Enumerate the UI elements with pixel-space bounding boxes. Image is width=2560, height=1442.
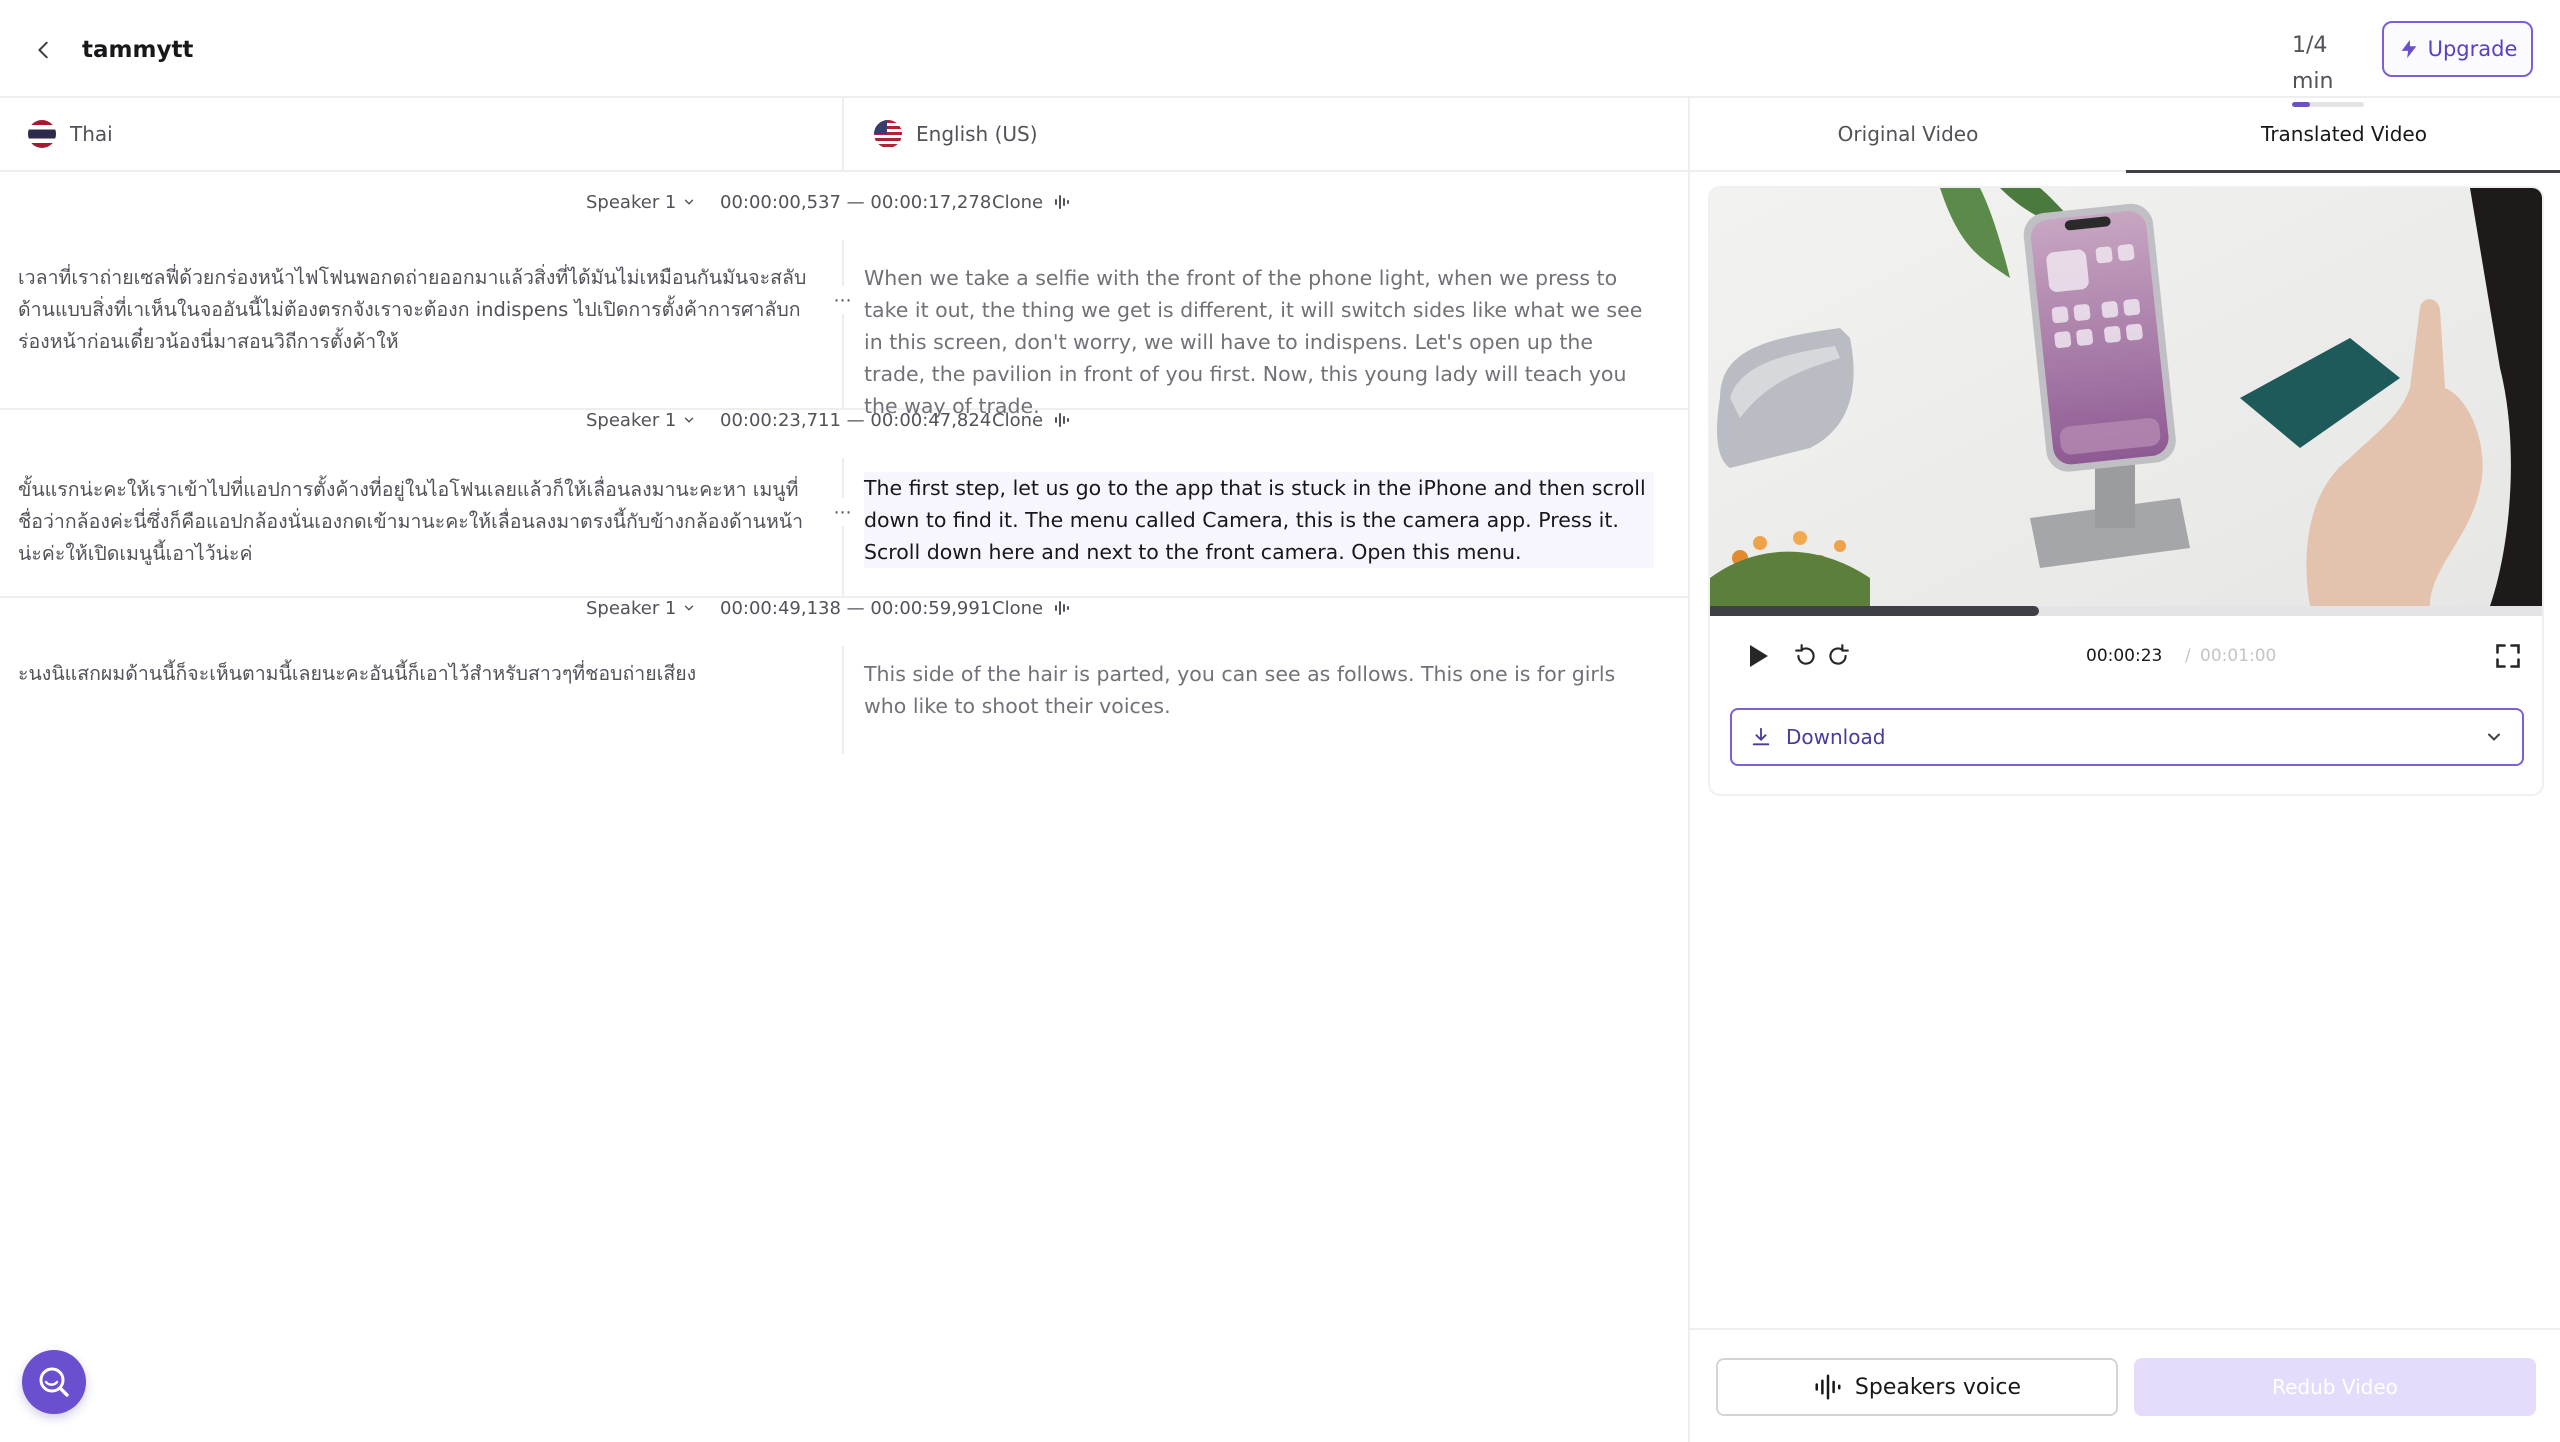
video-tabs: Original Video Translated Video <box>1690 98 2560 173</box>
upgrade-button[interactable]: Upgrade <box>2382 21 2533 77</box>
translated-text-active[interactable]: The first step, let us go to the app tha… <box>864 472 1654 568</box>
waveform-icon <box>1055 601 1070 615</box>
rewind-button[interactable] <box>1790 628 1822 684</box>
video-frame[interactable] <box>1710 188 2542 606</box>
project-title: tammytt <box>82 37 194 63</box>
chevron-left-icon <box>38 41 48 59</box>
time-range[interactable]: 00:00:49,138 — 00:00:59,991 <box>720 598 991 619</box>
rotate-right-icon <box>1829 644 1849 665</box>
lightning-icon <box>2401 39 2416 59</box>
speaker-label: Speaker 1 <box>586 597 677 619</box>
speaker-select[interactable]: Speaker 1 <box>586 192 696 213</box>
chevron-down-icon <box>2488 733 2500 741</box>
source-text[interactable]: เวลาที่เราถ่ายเซลฟี่ด้วยกร่องหน้าไฟโฟนพอ… <box>18 262 818 358</box>
column-divider <box>842 646 844 754</box>
more-options-button[interactable]: ⋯ <box>829 286 857 314</box>
chevron-down-icon <box>685 417 694 423</box>
waveform-icon <box>1055 413 1070 427</box>
clone-label: Clone <box>992 597 1044 619</box>
time-range[interactable]: 00:00:00,537 — 00:00:17,278 <box>720 192 991 213</box>
translated-text[interactable]: This side of the hair is parted, you can… <box>864 658 1654 722</box>
time-separator: / <box>2185 646 2191 666</box>
segment-row: Speaker 1 00:00:00,537 — 00:00:17,278 Cl… <box>0 172 1688 418</box>
action-bar: Speakers voice Redub Video <box>1690 1328 2560 1442</box>
redub-video-button[interactable]: Redub Video <box>2134 1358 2536 1416</box>
current-time: 00:00:23 <box>2086 646 2163 666</box>
help-search-button[interactable] <box>22 1350 86 1414</box>
total-time: 00:01:00 <box>2200 646 2277 666</box>
clone-label: Clone <box>992 191 1044 213</box>
thailand-flag-icon <box>28 120 56 148</box>
player-controls: 00:00:23 / 00:01:00 <box>1710 628 2542 684</box>
usage-text: 1/4 min <box>2292 33 2334 94</box>
fullscreen-icon <box>2496 644 2520 668</box>
playback-progress-fill <box>1710 606 2040 616</box>
source-text[interactable]: ะนงนิแสกผมด้านนี้ก็จะเห็นตามนี้เลยนะคะอั… <box>18 658 818 690</box>
speaker-label: Speaker 1 <box>586 409 677 431</box>
video-thumbnail-image <box>1710 188 2542 606</box>
target-language: English (US) <box>874 98 1038 170</box>
segment-row: Speaker 1 00:00:49,138 — 00:00:59,991 Cl… <box>0 598 1688 754</box>
time-range[interactable]: 00:00:23,711 — 00:00:47,824 <box>720 410 991 431</box>
play-icon <box>1750 645 1768 667</box>
source-language-label: Thai <box>70 122 113 146</box>
clone-button[interactable]: Clone <box>992 598 1073 619</box>
top-bar: tammytt 1/4 min Upgrade <box>0 0 2560 107</box>
speaker-select[interactable]: Speaker 1 <box>586 598 696 619</box>
translated-text[interactable]: When we take a selfie with the front of … <box>864 262 1654 422</box>
upgrade-label: Upgrade <box>2427 37 2518 61</box>
segment-row: Speaker 1 00:00:23,711 — 00:00:47,824 Cl… <box>0 410 1688 598</box>
play-button[interactable] <box>1738 628 1778 684</box>
fullscreen-button[interactable] <box>2488 628 2528 684</box>
back-button[interactable] <box>24 30 64 70</box>
preview-panel: Original Video Translated Video 00:00:23… <box>1688 98 2560 1442</box>
rotate-left-icon <box>1795 644 1815 665</box>
speaker-select[interactable]: Speaker 1 <box>586 410 696 431</box>
chevron-down-icon <box>685 199 694 205</box>
target-language-label: English (US) <box>916 122 1038 146</box>
usage-meter: 1/4 min <box>2292 28 2368 107</box>
waveform-icon <box>1815 1374 1841 1400</box>
speakers-voice-button[interactable]: Speakers voice <box>1716 1358 2118 1416</box>
column-divider <box>842 98 844 170</box>
language-header: Thai English (US) <box>0 98 1688 172</box>
column-divider <box>842 458 844 598</box>
column-divider <box>842 240 844 410</box>
search-icon <box>39 1367 69 1397</box>
more-options-button[interactable]: ⋯ <box>829 498 857 526</box>
tab-original-video[interactable]: Original Video <box>1690 98 2126 170</box>
video-player: 00:00:23 / 00:01:00 Download <box>1708 186 2544 796</box>
download-dropdown[interactable]: Download <box>1730 708 2524 766</box>
download-label: Download <box>1786 725 1886 749</box>
tab-translated-video[interactable]: Translated Video <box>2126 98 2560 173</box>
chevron-down-icon <box>685 605 694 611</box>
waveform-icon <box>1055 195 1070 209</box>
clone-button[interactable]: Clone <box>992 410 1073 431</box>
speaker-label: Speaker 1 <box>586 191 677 213</box>
clone-label: Clone <box>992 409 1044 431</box>
speakers-voice-label: Speakers voice <box>1854 1374 2022 1400</box>
us-flag-icon <box>874 120 902 148</box>
clone-button[interactable]: Clone <box>992 192 1073 213</box>
forward-button[interactable] <box>1822 628 1854 684</box>
source-language: Thai <box>28 98 113 170</box>
segment-list: Speaker 1 00:00:00,537 — 00:00:17,278 Cl… <box>0 172 1688 754</box>
download-icon <box>1752 727 1770 746</box>
source-text[interactable]: ขั้นแรกน่ะคะให้เราเข้าไปที่แอปการตั้งค้า… <box>18 474 818 570</box>
playback-progress[interactable] <box>1710 606 2542 616</box>
